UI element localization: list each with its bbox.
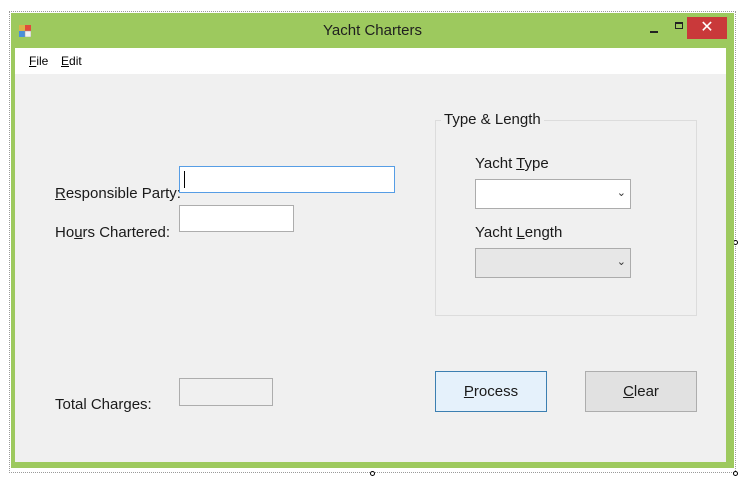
window-title: Yacht Charters [323, 22, 422, 39]
hours-chartered-input[interactable] [179, 205, 294, 232]
maximize-icon [675, 22, 683, 29]
minimize-icon [650, 31, 658, 33]
yacht-type-dropdown[interactable]: ⌄ [475, 179, 631, 209]
chevron-down-icon: ⌄ [616, 256, 626, 268]
yacht-length-dropdown[interactable]: ⌄ [475, 248, 631, 278]
responsible-party-input[interactable] [179, 166, 395, 193]
hours-chartered-label: Hours Chartered: [55, 224, 171, 241]
menu-bar: File Edit [15, 48, 726, 74]
total-charges-label: Total Charges: [55, 396, 152, 413]
yacht-type-label: Yacht Type [475, 155, 549, 172]
form-client-area: Responsible Party: Hours Chartered: Type… [15, 74, 726, 462]
close-icon: ✕ [700, 19, 714, 36]
form-designer-surface: Yacht Charters ✕ File Edit Responsible P… [0, 0, 750, 500]
title-bar[interactable]: Yacht Charters ✕ [11, 13, 734, 47]
menu-edit[interactable]: Edit [61, 54, 82, 68]
close-button[interactable]: ✕ [687, 17, 727, 39]
minimize-button[interactable] [643, 17, 665, 39]
groupbox-title: Type & Length [441, 111, 544, 128]
yacht-length-label: Yacht Length [475, 224, 563, 241]
type-length-groupbox: Type & Length Yacht Type ⌄ Yacht Length … [435, 111, 697, 316]
text-caret [184, 171, 185, 188]
responsible-party-label: Responsible Party: [55, 185, 181, 202]
form-window: Yacht Charters ✕ File Edit Responsible P… [11, 13, 734, 468]
clear-button[interactable]: Clear [585, 371, 697, 412]
total-charges-output [179, 378, 273, 406]
chevron-down-icon: ⌄ [616, 187, 626, 199]
menu-file[interactable]: File [29, 54, 48, 68]
resize-handle-bottom-right[interactable] [733, 471, 738, 476]
resize-handle-bottom[interactable] [370, 471, 375, 476]
process-button[interactable]: Process [435, 371, 547, 412]
